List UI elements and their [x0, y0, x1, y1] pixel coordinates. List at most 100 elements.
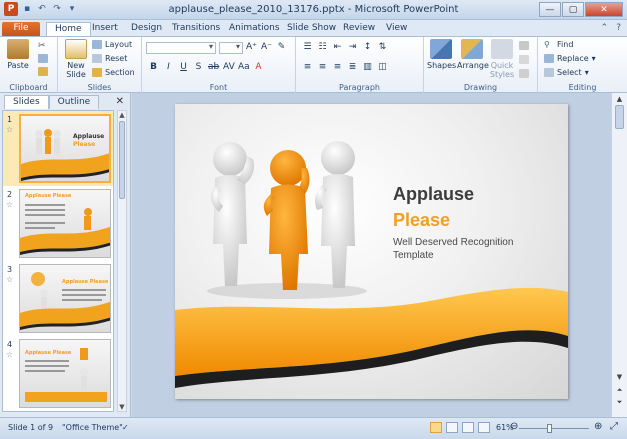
status-bar: Slide 1 of 9 "Office Theme" ✓ 61% ⊖ ⊕ ⤢	[0, 417, 627, 439]
tab-design[interactable]: Design	[131, 22, 162, 36]
shapes-button[interactable]: Shapes	[427, 39, 456, 70]
minimize-ribbon-icon[interactable]: ⌃	[601, 23, 609, 33]
help-icon[interactable]: ?	[616, 23, 621, 33]
spellcheck-icon[interactable]: ✓	[122, 423, 129, 432]
reading-view-icon[interactable]	[462, 422, 474, 433]
italic-icon[interactable]: I	[163, 62, 174, 72]
layout-button[interactable]: Layout	[92, 40, 132, 49]
text-direction-icon[interactable]: ⇅	[377, 42, 388, 52]
close-pane-icon[interactable]: ✕	[116, 96, 124, 107]
window-title: applause_please_2010_13176.pptx - Micros…	[168, 4, 459, 15]
tab-transitions[interactable]: Transitions	[172, 22, 220, 36]
tab-outline[interactable]: Outline	[48, 95, 100, 109]
slide-thumbnail-3[interactable]: 3 ☆ Applause Please	[3, 261, 113, 336]
underline-icon[interactable]: U	[178, 62, 189, 72]
minimize-button[interactable]: —	[539, 2, 561, 17]
paste-icon	[7, 39, 29, 59]
numbering-icon[interactable]: ☷	[317, 42, 328, 52]
tab-slide-show[interactable]: Slide Show	[287, 22, 336, 36]
cut-button[interactable]: ✂	[38, 41, 48, 51]
increase-indent-icon[interactable]: ⇥	[347, 42, 358, 52]
scroll-up-icon[interactable]: ▲	[612, 95, 627, 103]
scroll-down-icon[interactable]: ▼	[118, 403, 126, 411]
scroll-up-icon[interactable]: ▲	[118, 111, 126, 119]
fill-icon	[519, 41, 529, 50]
thumb-title: Applause Please	[62, 279, 109, 285]
shape-outline-button[interactable]	[519, 55, 529, 64]
align-left-icon[interactable]: ≡	[302, 62, 313, 72]
group-drawing: Shapes Arrange Quick Styles Drawing	[424, 37, 538, 93]
replace-icon	[544, 54, 554, 63]
tab-slides[interactable]: Slides	[4, 95, 49, 109]
scroll-thumb[interactable]	[615, 105, 624, 129]
group-font: A⁺ A⁻ ✎ B I U S ab AV Aa A Font	[142, 37, 296, 93]
current-slide[interactable]: Applause Please Well Deserved Recognitio…	[175, 104, 568, 399]
scroll-down-icon[interactable]: ▼	[612, 373, 627, 381]
previous-slide-icon[interactable]: ⏶	[612, 386, 627, 395]
slide-show-icon[interactable]	[478, 422, 490, 433]
close-button[interactable]: ✕	[585, 2, 623, 17]
section-button[interactable]: Section	[92, 68, 135, 77]
find-button[interactable]: ⚲ Find	[544, 40, 573, 49]
bullets-icon[interactable]: ☰	[302, 42, 313, 52]
next-slide-icon[interactable]: ⏷	[612, 398, 627, 407]
tab-insert[interactable]: Insert	[92, 22, 118, 36]
arrange-button[interactable]: Arrange	[457, 39, 489, 70]
new-slide-button[interactable]: New Slide	[63, 39, 89, 79]
maximize-button[interactable]: ▢	[562, 2, 584, 17]
scroll-thumb[interactable]	[119, 121, 125, 199]
strikethrough-icon[interactable]: ab	[208, 62, 219, 72]
shrink-font-icon[interactable]: A⁻	[261, 42, 272, 52]
transition-star-icon: ☆	[6, 200, 14, 209]
slide-accent-title[interactable]: Please	[393, 210, 450, 231]
zoom-slider-knob[interactable]	[547, 424, 552, 433]
thumbnail-preview: Applause Please	[19, 189, 111, 258]
align-right-icon[interactable]: ≡	[332, 62, 343, 72]
thumbnails-scrollbar[interactable]: ▲ ▼	[117, 110, 127, 412]
font-color-icon[interactable]: A	[253, 62, 264, 72]
select-button[interactable]: Select ▾	[544, 68, 589, 77]
bold-icon[interactable]: B	[148, 62, 159, 72]
align-center-icon[interactable]: ≡	[317, 62, 328, 72]
line-spacing-icon[interactable]: ↕	[362, 42, 373, 52]
quick-styles-button[interactable]: Quick Styles	[488, 39, 516, 79]
grow-font-icon[interactable]: A⁺	[246, 42, 257, 52]
slide-title[interactable]: Applause	[393, 184, 474, 205]
font-name-combo[interactable]	[146, 42, 216, 54]
slide-subtitle[interactable]: Well Deserved Recognition Template	[393, 236, 543, 262]
tab-file[interactable]: File	[2, 22, 40, 36]
slide-scrollbar[interactable]: ▲ ▼ ⏶ ⏷	[611, 93, 627, 417]
normal-view-icon[interactable]	[430, 422, 442, 433]
shape-effects-button[interactable]	[519, 69, 529, 78]
shape-fill-button[interactable]	[519, 41, 529, 50]
zoom-out-icon[interactable]: ⊖	[510, 421, 518, 432]
change-case-icon[interactable]: Aa	[238, 62, 250, 72]
format-painter-button[interactable]	[38, 67, 48, 76]
binoculars-icon: ⚲	[544, 40, 550, 49]
justify-icon[interactable]: ≣	[347, 62, 358, 72]
zoom-in-icon[interactable]: ⊕	[594, 421, 602, 432]
tab-view[interactable]: View	[386, 22, 407, 36]
tab-review[interactable]: Review	[343, 22, 375, 36]
zoom-slider[interactable]	[519, 424, 589, 433]
slide-thumbnail-4[interactable]: 4 ☆ Applause Please	[3, 336, 113, 411]
slide-thumbnail-1[interactable]: 1 ☆ Applause Please	[3, 111, 113, 186]
copy-button[interactable]	[38, 54, 48, 63]
char-spacing-icon[interactable]: AV	[223, 62, 235, 72]
thumb-art	[20, 204, 110, 255]
tab-animations[interactable]: Animations	[229, 22, 280, 36]
fit-to-window-icon[interactable]: ⤢	[610, 421, 618, 432]
slide-thumbnail-2[interactable]: 2 ☆ Applause Please	[3, 186, 113, 261]
columns-icon[interactable]: ▥	[362, 62, 373, 72]
paste-button[interactable]: Paste	[5, 39, 31, 70]
shadow-icon[interactable]: S	[193, 62, 204, 72]
clear-format-icon[interactable]: ✎	[276, 42, 287, 52]
reset-button[interactable]: Reset	[92, 54, 127, 63]
smartart-icon[interactable]: ◫	[377, 62, 388, 72]
tab-home[interactable]: Home	[46, 22, 91, 36]
slide-sorter-icon[interactable]	[446, 422, 458, 433]
decrease-indent-icon[interactable]: ⇤	[332, 42, 343, 52]
replace-button[interactable]: Replace ▾	[544, 54, 596, 63]
font-size-combo[interactable]	[219, 42, 243, 54]
slide-number: 1	[7, 115, 13, 124]
